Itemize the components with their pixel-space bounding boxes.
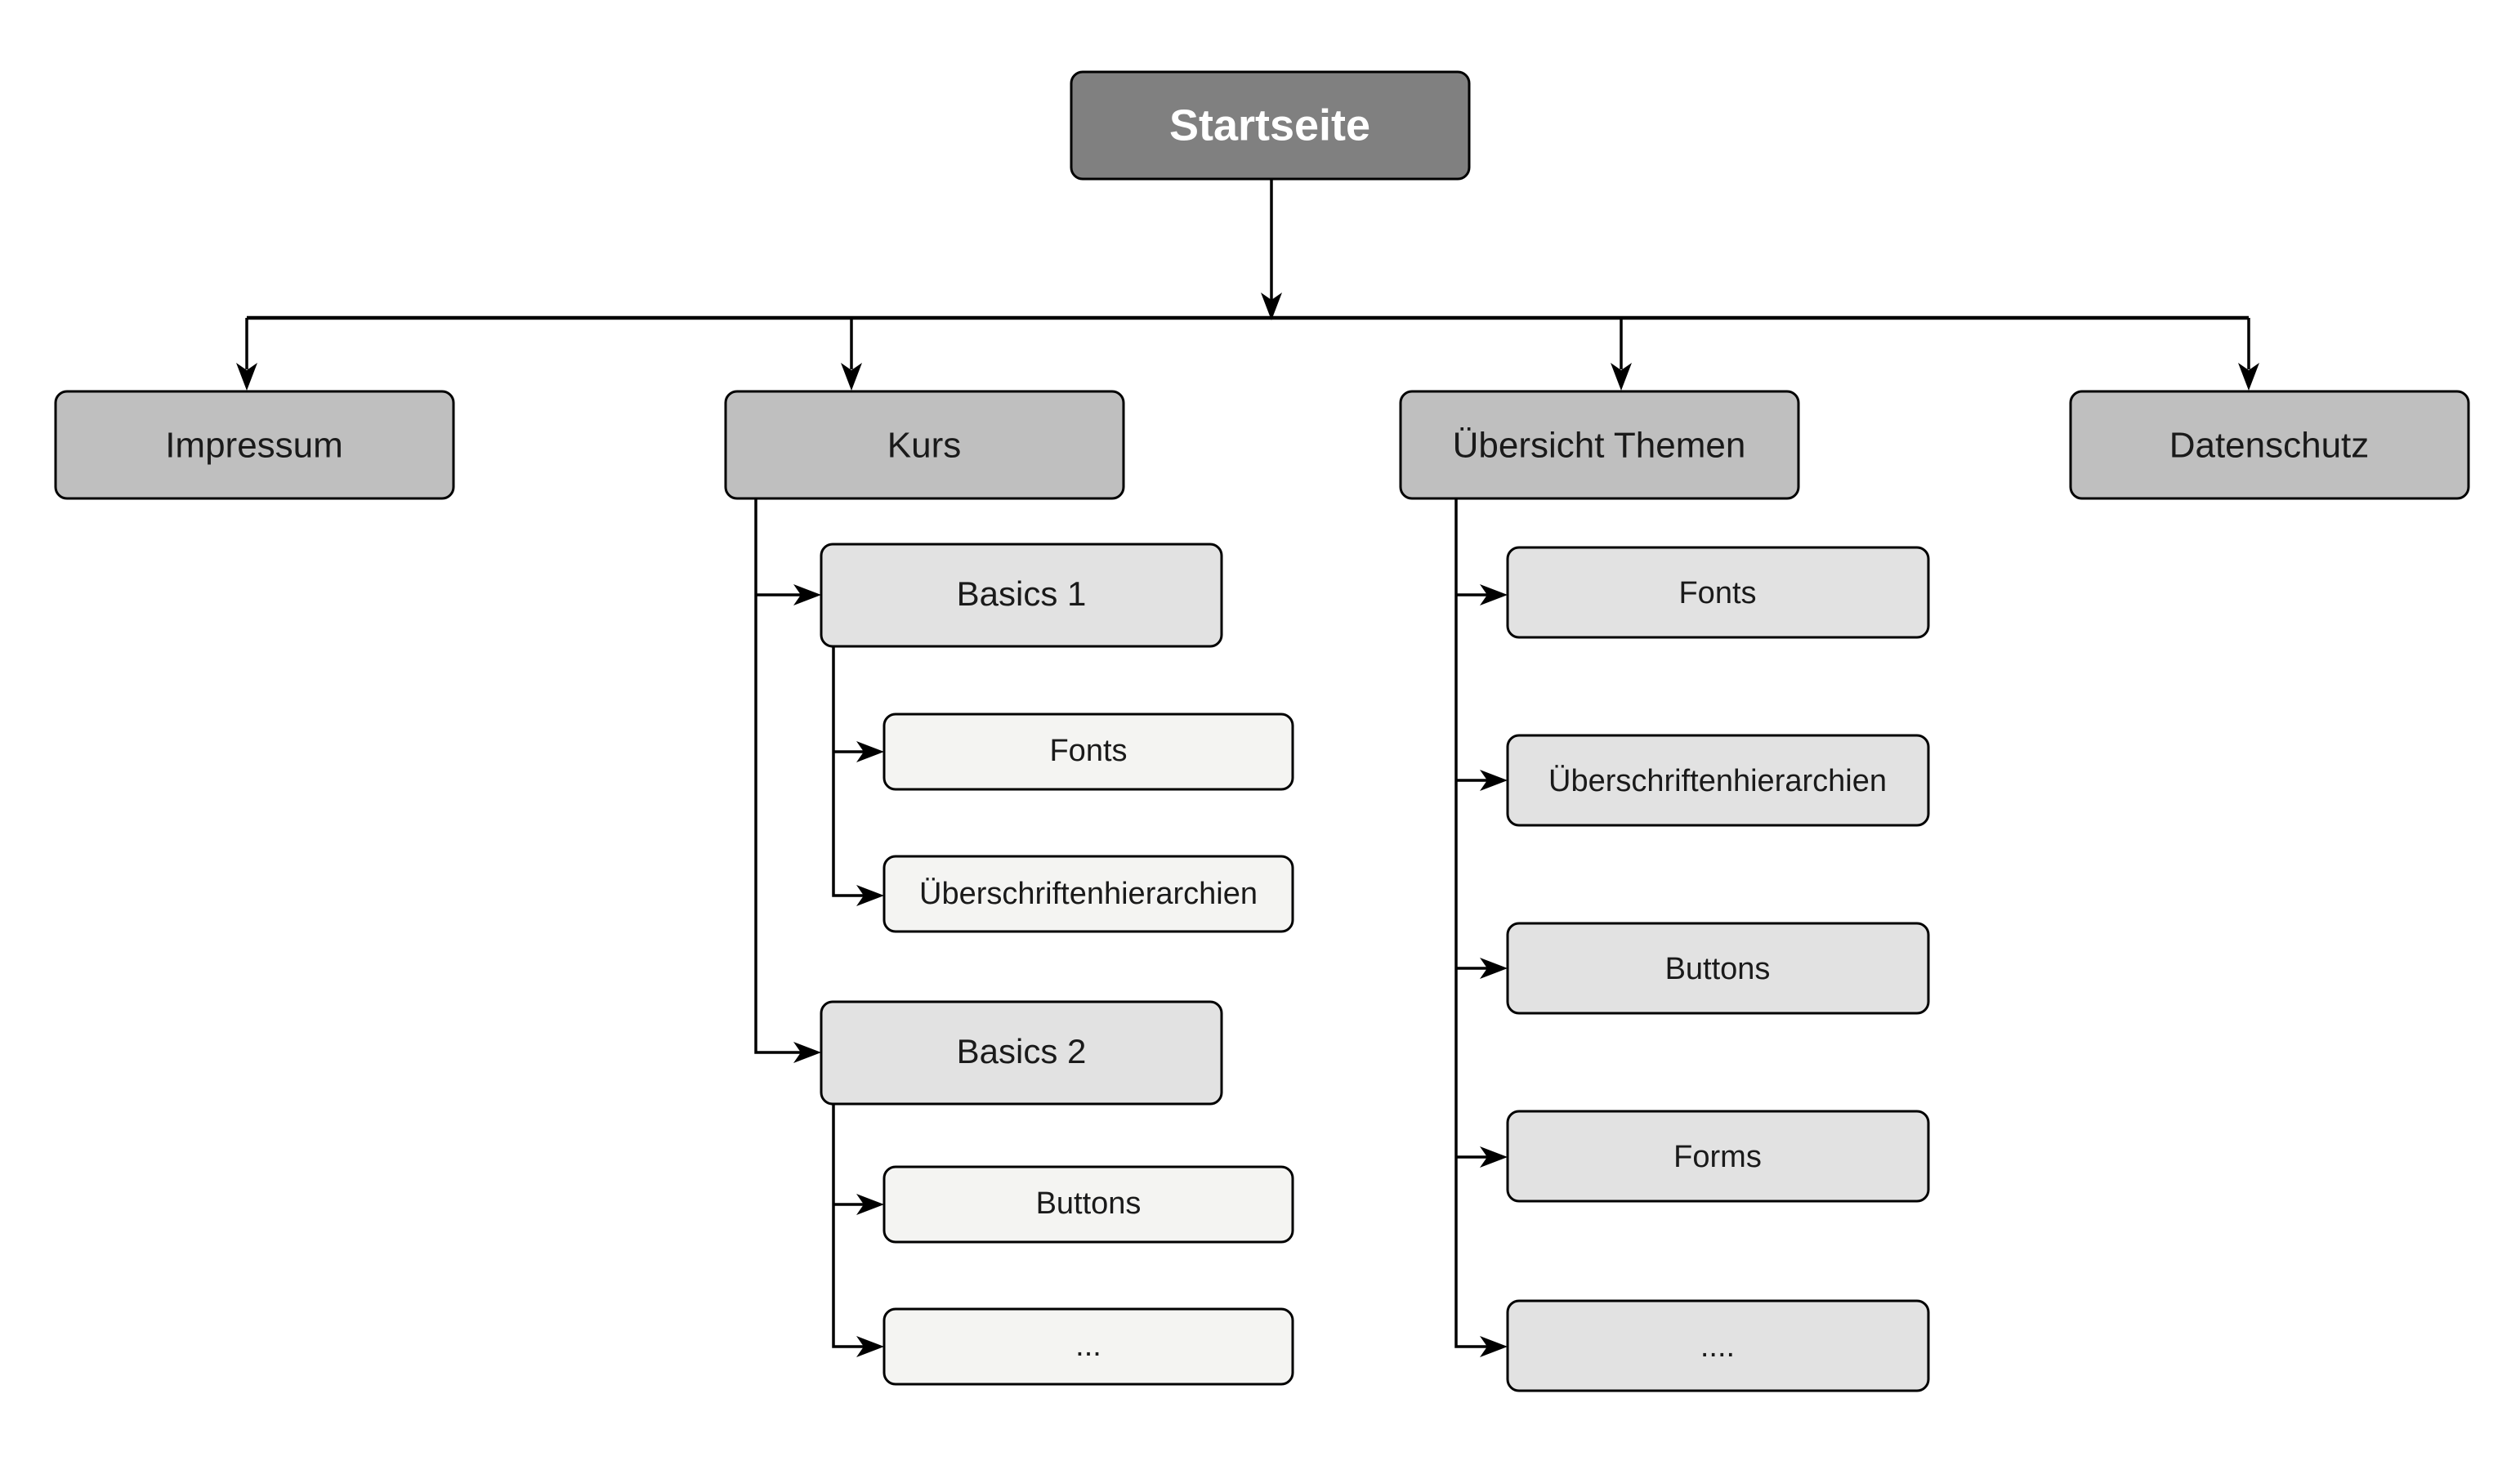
node-datenschutz[interactable]: Datenschutz [2069, 390, 2470, 500]
node-basics2-buttons-label: Buttons [1036, 1186, 1142, 1221]
node-themen-ellipsis-label: .... [1700, 1329, 1735, 1364]
connector-basics2-trunk [832, 1105, 868, 1348]
node-impressum-label: Impressum [165, 426, 343, 466]
node-themen-buttons-label: Buttons [1665, 952, 1771, 986]
node-uebersicht-themen-label: Übersicht Themen [1453, 426, 1746, 466]
connector-basics1-trunk [832, 647, 868, 897]
connector-themen-trunk [1454, 497, 1490, 1348]
node-themen-fonts[interactable]: Fonts [1506, 546, 1930, 639]
node-themen-ueberschriftenhierarchien[interactable]: Überschriftenhierarchien [1506, 734, 1930, 827]
connector-kurs-trunk [754, 497, 805, 1054]
node-uebersicht-themen[interactable]: Übersicht Themen [1399, 390, 1800, 500]
node-basics2-buttons[interactable]: Buttons [882, 1165, 1294, 1244]
node-themen-fonts-label: Fonts [1678, 576, 1756, 610]
node-impressum[interactable]: Impressum [54, 390, 455, 500]
node-startseite-label: Startseite [1169, 101, 1370, 150]
node-themen-forms[interactable]: Forms [1506, 1110, 1930, 1203]
node-themen-forms-label: Forms [1673, 1140, 1762, 1174]
node-datenschutz-label: Datenschutz [2169, 426, 2370, 466]
node-kurs[interactable]: Kurs [724, 390, 1125, 500]
sitemap-canvas: Startseite Impressum Kurs Übersicht Them… [54, 70, 2470, 1392]
node-basics-2-label: Basics 2 [957, 1032, 1087, 1070]
node-themen-ellipsis[interactable]: .... [1506, 1299, 1930, 1392]
node-themen-ueberschriftenhierarchien-label: Überschriftenhierarchien [1548, 764, 1887, 798]
node-basics1-fonts[interactable]: Fonts [882, 713, 1294, 791]
node-themen-buttons[interactable]: Buttons [1506, 922, 1930, 1015]
node-basics1-fonts-label: Fonts [1049, 734, 1127, 768]
node-kurs-label: Kurs [887, 426, 961, 466]
sitemap-diagram: Startseite Impressum Kurs Übersicht Them… [0, 0, 2520, 1461]
node-basics-2[interactable]: Basics 2 [820, 1000, 1223, 1106]
node-basics-1-label: Basics 1 [957, 574, 1087, 613]
node-startseite[interactable]: Startseite [1070, 70, 1471, 181]
node-basics2-ellipsis[interactable]: ... [882, 1307, 1294, 1386]
node-basics-1[interactable]: Basics 1 [820, 543, 1223, 648]
node-basics1-ueberschriftenhierarchien-label: Überschriftenhierarchien [919, 877, 1258, 911]
node-basics1-ueberschriftenhierarchien[interactable]: Überschriftenhierarchien [882, 855, 1294, 933]
node-basics2-ellipsis-label: ... [1075, 1329, 1101, 1363]
